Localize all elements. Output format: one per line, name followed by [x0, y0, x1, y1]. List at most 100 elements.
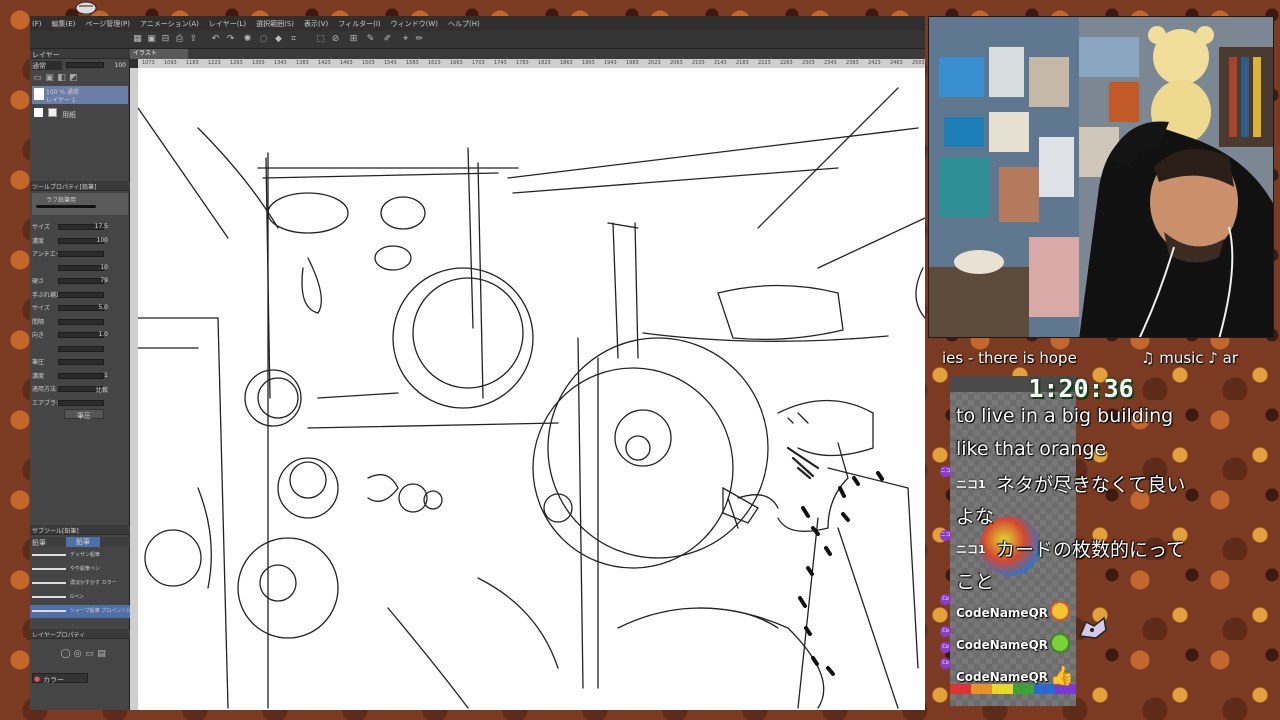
crop-icon[interactable]: ⊞ [348, 34, 359, 45]
tool-property-row[interactable]: 向き 1.0 [30, 329, 130, 341]
property-slider[interactable] [58, 251, 104, 257]
property-slider[interactable] [58, 318, 104, 325]
property-slider[interactable] [58, 291, 104, 298]
subtool-item[interactable]: シャープ鉛筆 プロペンシル用 [30, 605, 136, 618]
blend-mode-select[interactable]: 通常 [32, 61, 62, 70]
subtool-item[interactable]: Gペン [30, 591, 130, 604]
tool-property-row[interactable]: サイズ 5.0 [30, 302, 130, 314]
menu-item[interactable]: 選択範囲(S) [256, 19, 294, 29]
snap-icon[interactable]: ⌖ [400, 34, 411, 45]
pressure-button[interactable]: 筆圧 [64, 409, 104, 420]
niconico-badge: ニコ [940, 466, 951, 477]
brush-stroke-preview [32, 610, 66, 612]
subtool-tab[interactable]: 鉛筆 [32, 538, 46, 548]
ruler-tick-label: 2223 [758, 60, 771, 66]
property-label: 濃度 [32, 237, 45, 245]
webcam-feed [928, 16, 1274, 338]
menu-item[interactable]: 表示(V) [304, 19, 328, 29]
menu-item[interactable]: アニメーション(A) [140, 19, 199, 29]
export-icon[interactable]: ⇪ [188, 34, 199, 45]
layer-row-active[interactable]: 100 % 通常 レイヤー 1 [32, 86, 128, 104]
ruler-tick-label: 1623 [428, 60, 441, 66]
brightness-icon[interactable]: ✺ [242, 34, 253, 45]
document-tab[interactable]: イラスト [130, 49, 188, 59]
reference-icon[interactable]: ◩ [68, 73, 79, 84]
border-icon[interactable]: ▭ [84, 649, 95, 660]
chat-message: カードの枚数的にって [996, 539, 1186, 561]
opacity-value: 100 [114, 62, 126, 69]
tool-property-row[interactable]: 10 [30, 262, 130, 274]
stream-timer: 1:20:36 [1028, 374, 1134, 403]
tool-property-row[interactable]: 濃度 100 [30, 235, 130, 247]
menu-item[interactable]: 編集(E) [52, 19, 76, 29]
command-bar: ▦ ▣ ⊟ ⎙ ⇪ ↶ ↷ ✺ ◌ ◆ ⌗ ⬚ ⊘ ⊞ ✎ ✐ ⌖ ✏ [30, 31, 925, 49]
subtool-item[interactable]: やや鉛筆ペン [30, 563, 130, 576]
save-icon[interactable]: ▣ [146, 34, 157, 45]
niconico-badge: ニコ [940, 530, 951, 541]
layer-panel-header: レイヤー [30, 49, 130, 59]
tool-property-row[interactable]: 硬さ 79 [30, 275, 130, 287]
ruler-tick-label: 1383 [296, 60, 309, 66]
tool-property-row[interactable]: 手ぶれ補正 [30, 289, 130, 301]
undo-icon[interactable]: ↶ [210, 34, 221, 45]
menu-bar: (F) 編集(E) ページ管理(P) アニメーション(A) レイヤー(L) 選択範囲(S)… [30, 16, 925, 31]
select-all-icon[interactable]: ⬚ [315, 34, 326, 45]
webcam-image [929, 17, 1273, 337]
deselect-icon[interactable]: ⊘ [330, 34, 341, 45]
tool-property-row[interactable] [30, 343, 130, 355]
circle-icon[interactable]: ◯ [60, 649, 71, 660]
menu-item[interactable]: (F) [32, 20, 42, 28]
ruler-tick-label: 1823 [538, 60, 551, 66]
edit-icon[interactable]: ✏ [414, 34, 425, 45]
property-slider[interactable] [58, 359, 104, 365]
ruler-tick-label: 1903 [582, 60, 595, 66]
property-slider[interactable] [58, 399, 104, 406]
tool-property-row[interactable]: 間隔 [30, 316, 130, 328]
tool-property-row[interactable]: サイズ 17.5 [30, 221, 130, 233]
color-mode-select[interactable]: カラー ● [32, 673, 88, 684]
lock-icon[interactable]: ▣ [44, 73, 55, 84]
subtool-item[interactable]: 濃淡かすかす カラー [30, 577, 130, 590]
property-slider[interactable] [58, 345, 104, 352]
mascot-icon [1076, 612, 1110, 642]
tone-icon[interactable]: ◎ [72, 649, 83, 660]
print-icon[interactable]: ⎙ [174, 34, 185, 45]
menu-item[interactable]: レイヤー(L) [209, 19, 246, 29]
ruler-tick-label: 1863 [560, 60, 573, 66]
tool-property-row[interactable]: エアブラシ [30, 397, 130, 409]
fill-icon[interactable]: ◆ [273, 34, 284, 45]
ruler-tick-label: 1743 [494, 60, 507, 66]
ruler-tick-label: 1183 [186, 60, 199, 66]
menu-item[interactable]: ウィンドウ(W) [391, 19, 438, 29]
ruler-tick-label: 1663 [450, 60, 463, 66]
tool-property-row[interactable]: 筆圧 [30, 356, 130, 368]
subtool-item[interactable]: デッサン鉛筆 [30, 549, 130, 562]
mask-icon[interactable]: ◧ [56, 73, 67, 84]
paper-thumbnail [34, 108, 43, 117]
ticker-music-text: ♫ music ♪ ar [1141, 349, 1239, 367]
clear-icon[interactable]: ◌ [258, 34, 269, 45]
folder-icon[interactable]: ⊟ [160, 34, 171, 45]
subtool-tab-active[interactable]: 鉛筆 [66, 537, 100, 547]
layer-row-paper[interactable]: 用紙 [32, 106, 128, 122]
menu-item[interactable]: フィルター(I) [338, 19, 380, 29]
redo-icon[interactable]: ↷ [225, 34, 236, 45]
menu-item[interactable]: ヘルプ(H) [448, 19, 480, 29]
pen-tool-icon[interactable]: ✎ [365, 34, 376, 45]
transform-icon[interactable]: ⌗ [288, 34, 299, 45]
layer-icon[interactable]: ▦ [132, 34, 143, 45]
stroke-preview [36, 205, 96, 208]
tool-property-row[interactable]: 濃度 1 [30, 370, 130, 382]
layer-color-icon[interactable]: ▤ [96, 649, 107, 660]
ruler-tool-icon[interactable]: ✐ [382, 34, 393, 45]
tool-property-row[interactable]: アンチエイリアス [30, 248, 130, 260]
ruler-tick-label: 2303 [802, 60, 815, 66]
tool-property-row[interactable]: 適用方法 比較 [30, 383, 130, 395]
niconico-prefix: ニコ1 [956, 543, 986, 556]
drawing-canvas[interactable] [138, 68, 925, 710]
ruler-tick-label: 1223 [208, 60, 221, 66]
menu-item[interactable]: ページ管理(P) [85, 19, 130, 29]
layer-property-header: レイヤープロパティ [30, 629, 130, 639]
property-label: 間隔 [32, 318, 45, 326]
new-layer-icon[interactable]: ▭ [32, 73, 43, 84]
